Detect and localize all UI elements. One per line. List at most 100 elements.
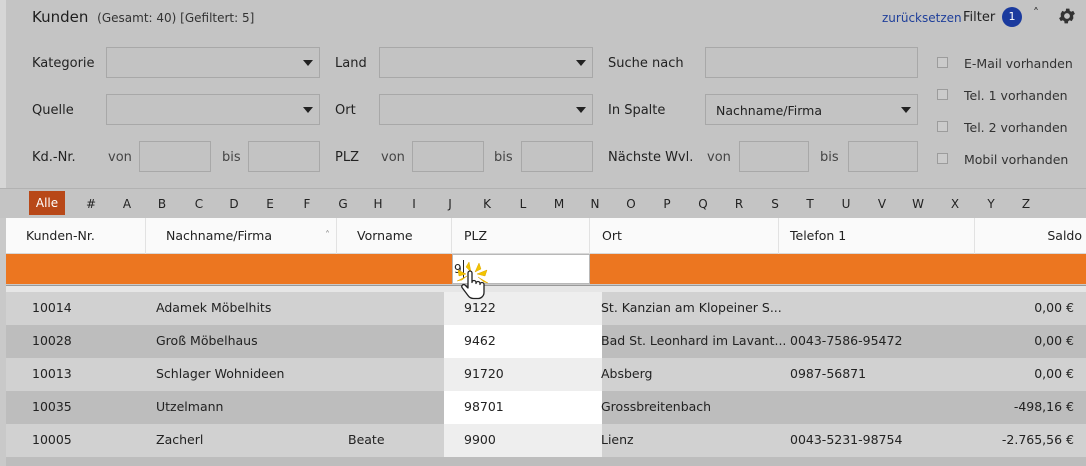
alpha-v[interactable]: V	[872, 197, 892, 211]
cell-ort: Grossbreitenbach	[601, 399, 712, 414]
alpha-q[interactable]: Q	[693, 197, 713, 211]
cell-ort: Lienz	[601, 432, 634, 447]
tel1-checkbox[interactable]	[937, 89, 948, 100]
col-saldo[interactable]: Saldo	[975, 218, 1086, 254]
page-title: Kunden (Gesamt: 40) [Gefiltert: 5]	[32, 8, 254, 26]
plz-bis-label: bis	[494, 150, 513, 165]
table-row-partial	[6, 457, 1086, 466]
alpha-alle[interactable]: Alle	[29, 191, 65, 215]
tel1-checkbox-label: Tel. 1 vorhanden	[964, 88, 1068, 103]
alpha-x[interactable]: X	[945, 197, 965, 211]
cell-telefon: 0987-56871	[790, 366, 867, 381]
gear-icon[interactable]	[1057, 6, 1077, 26]
kdnr-bis-input[interactable]	[248, 141, 320, 172]
col-telefon1[interactable]: Telefon 1	[779, 218, 975, 254]
cell-plz: 9462	[464, 333, 496, 348]
cell-telefon: 0043-5231-98754	[790, 432, 903, 447]
land-label: Land	[335, 56, 367, 71]
alpha-n[interactable]: N	[585, 197, 605, 211]
in-spalte-label: In Spalte	[608, 103, 666, 118]
quelle-select[interactable]	[106, 94, 320, 125]
in-spalte-select[interactable]: Nachname/Firma	[705, 94, 918, 125]
cell-saldo: 0,00 €	[1034, 366, 1074, 381]
kategorie-label: Kategorie	[32, 56, 95, 71]
alpha-u[interactable]: U	[836, 197, 856, 211]
alphabet-bar: Alle # A B C D E F G H I J K L M N O P Q…	[0, 188, 1086, 218]
col-ort[interactable]: Ort	[590, 218, 779, 254]
alpha-p[interactable]: P	[657, 197, 677, 211]
col-nachname[interactable]: Nachname/Firma ˄	[146, 218, 337, 254]
mobil-checkbox-label: Mobil vorhanden	[964, 152, 1069, 167]
plz-bis-input[interactable]	[521, 141, 593, 172]
alpha-s[interactable]: S	[765, 197, 785, 211]
cell-name: Adamek Möbelhits	[156, 300, 272, 315]
title-text: Kunden	[32, 8, 89, 26]
in-spalte-value: Nachname/Firma	[716, 103, 822, 118]
alpha-w[interactable]: W	[908, 197, 928, 211]
cell-saldo: 0,00 €	[1034, 300, 1074, 315]
col-plz[interactable]: PLZ	[452, 218, 590, 254]
wvl-bis-input[interactable]	[848, 141, 918, 172]
alpha-t[interactable]: T	[800, 197, 820, 211]
ort-label: Ort	[335, 103, 356, 118]
kdnr-von-input[interactable]	[139, 141, 211, 172]
cell-saldo: -498,16 €	[1013, 399, 1074, 414]
suche-nach-input[interactable]	[705, 47, 918, 78]
alpha-e[interactable]: E	[260, 197, 280, 211]
mobil-checkbox[interactable]	[937, 153, 948, 164]
filter-toggle-label[interactable]: Filter	[963, 10, 995, 25]
table-header: Kunden-Nr. Nachname/Firma ˄ Vorname PLZ …	[6, 218, 1086, 254]
plz-von-input[interactable]	[412, 141, 484, 172]
cell-name: Schlager Wohnideen	[156, 366, 285, 381]
alpha-z[interactable]: Z	[1016, 197, 1036, 211]
alpha-o[interactable]: O	[621, 197, 641, 211]
alpha-h[interactable]: H	[368, 197, 388, 211]
cell-kundennr: 10013	[32, 366, 72, 381]
kdnr-bis-label: bis	[222, 150, 241, 165]
plz-label: PLZ	[335, 150, 359, 165]
alpha-g[interactable]: G	[333, 197, 353, 211]
suche-nach-label: Suche nach	[608, 56, 684, 71]
kdnr-von-label: von	[108, 150, 132, 165]
cell-vorname: Beate	[348, 432, 385, 447]
wvl-bis-label: bis	[820, 150, 839, 165]
cell-telefon: 0043-7586-95472	[790, 333, 903, 348]
cell-plz: 98701	[464, 399, 504, 414]
alpha-c[interactable]: C	[189, 197, 209, 211]
ort-select[interactable]	[379, 94, 593, 125]
kategorie-select[interactable]	[106, 47, 320, 78]
cell-kundennr: 10005	[32, 432, 72, 447]
cell-ort: St. Kanzian am Klopeiner S...	[601, 300, 782, 315]
col-vorname[interactable]: Vorname	[337, 218, 452, 254]
alpha-r[interactable]: R	[729, 197, 749, 211]
alpha-j[interactable]: J	[440, 197, 460, 211]
alpha-b[interactable]: B	[152, 197, 172, 211]
chevron-up-icon[interactable]: ˄	[1033, 6, 1039, 20]
email-checkbox-label: E-Mail vorhanden	[964, 56, 1073, 71]
record-counts: (Gesamt: 40) [Gefiltert: 5]	[97, 11, 255, 25]
cell-ort: Absberg	[601, 366, 653, 381]
plz-von-label: von	[381, 150, 405, 165]
alpha-hash[interactable]: #	[81, 197, 101, 211]
wvl-label: Nächste Wvl.	[608, 150, 694, 165]
alpha-m[interactable]: M	[549, 197, 569, 211]
tel2-checkbox[interactable]	[937, 121, 948, 132]
tel2-checkbox-label: Tel. 2 vorhanden	[964, 120, 1068, 135]
alpha-a[interactable]: A	[117, 197, 137, 211]
filter-count-badge: 1	[1002, 7, 1022, 27]
cell-plz: 9900	[464, 432, 496, 447]
alpha-y[interactable]: Y	[981, 197, 1001, 211]
land-select[interactable]	[379, 47, 593, 78]
sort-asc-icon: ˄	[325, 230, 330, 241]
cell-ort: Bad St. Leonhard im Lavant...	[601, 333, 787, 348]
cell-name: Zacherl	[156, 432, 204, 447]
alpha-k[interactable]: K	[477, 197, 497, 211]
alpha-i[interactable]: I	[404, 197, 424, 211]
alpha-f[interactable]: F	[297, 197, 317, 211]
col-kundennr[interactable]: Kunden-Nr.	[6, 218, 146, 254]
alpha-d[interactable]: D	[224, 197, 244, 211]
reset-link[interactable]: zurücksetzen	[882, 11, 962, 25]
email-checkbox[interactable]	[937, 57, 948, 68]
wvl-von-input[interactable]	[739, 141, 809, 172]
alpha-l[interactable]: L	[513, 197, 533, 211]
